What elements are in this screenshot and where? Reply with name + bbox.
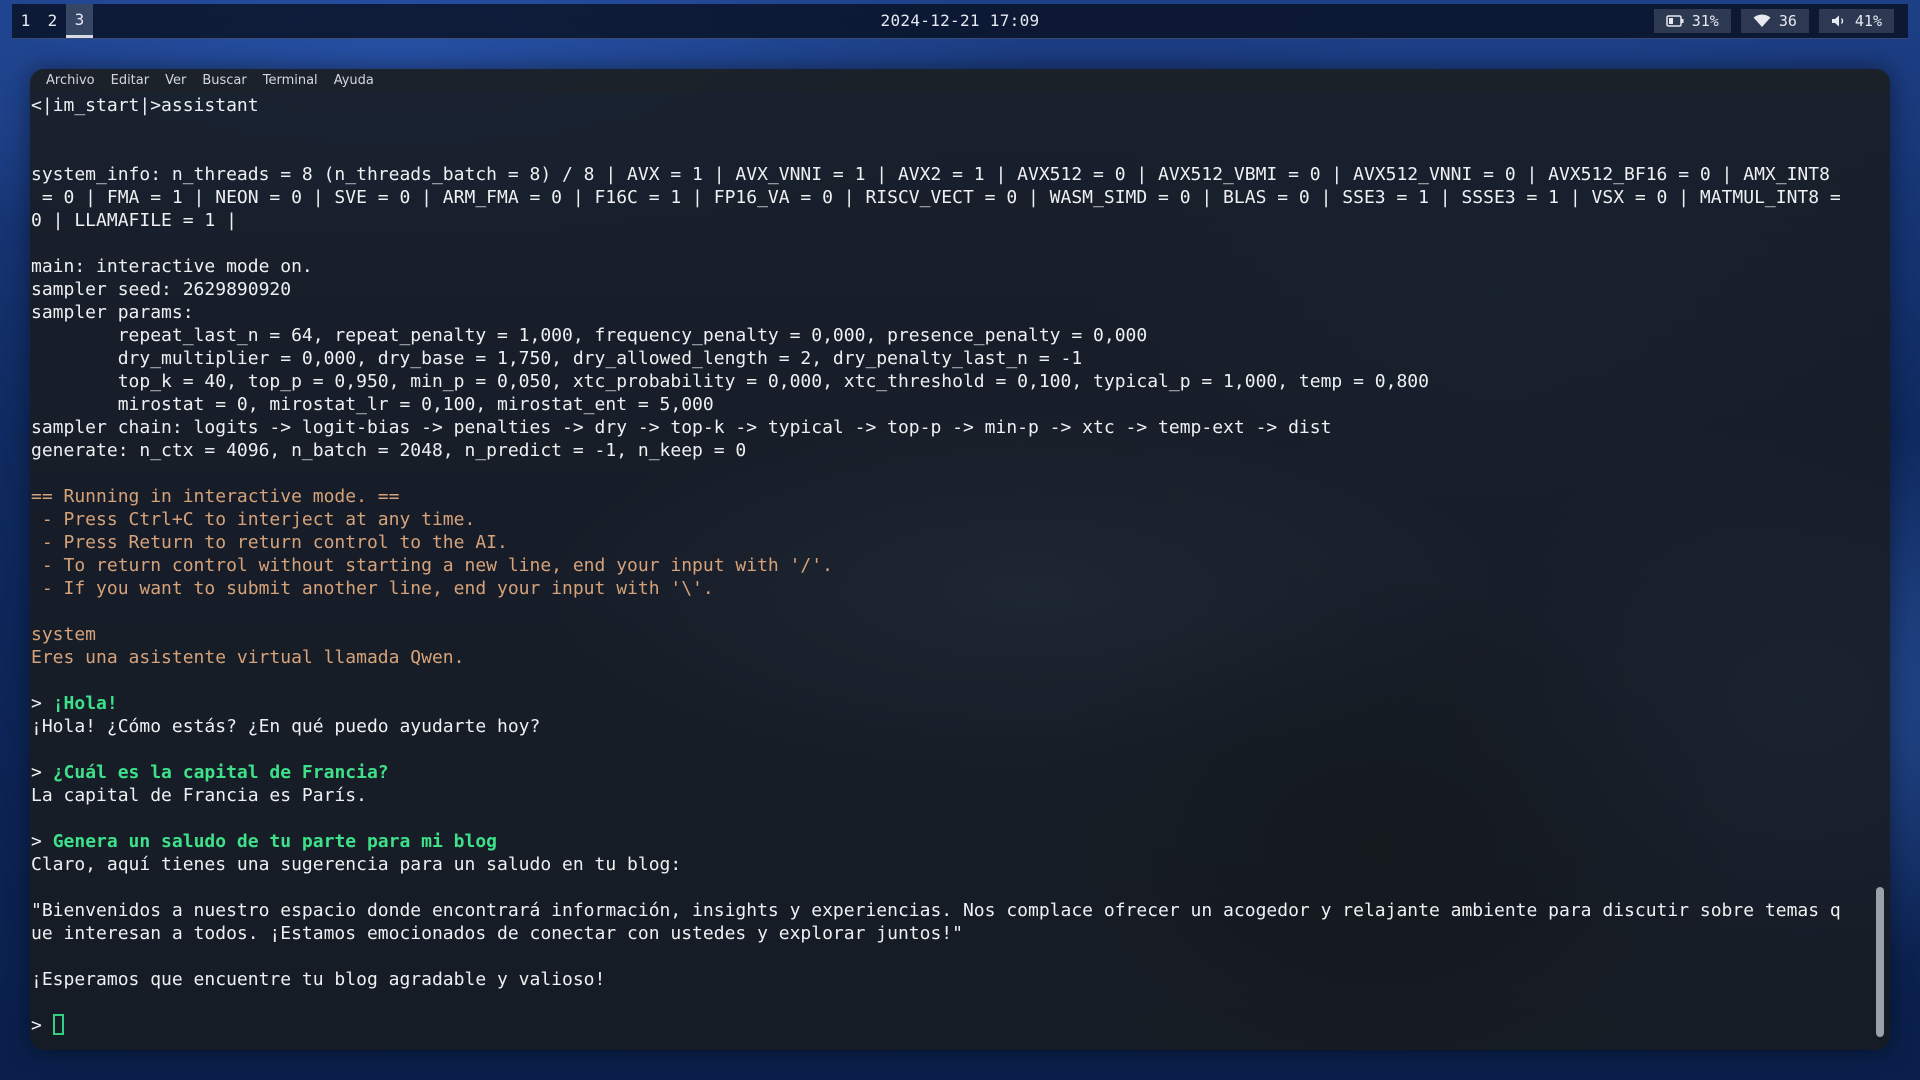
workspace-switcher: 1 2 3 xyxy=(12,4,93,38)
workspace-2-button[interactable]: 2 xyxy=(39,4,66,38)
menu-archivo[interactable]: Archivo xyxy=(38,69,103,93)
prompt-marker: > xyxy=(31,762,53,783)
user-message: Genera un saludo de tu parte para mi blo… xyxy=(52,831,498,852)
terminal-window[interactable]: Archivo Editar Ver Buscar Terminal Ayuda… xyxy=(30,69,1890,1050)
text-cursor[interactable] xyxy=(52,1014,64,1035)
output-line: La capital de Francia es París. xyxy=(31,785,367,806)
wifi-value: 36 xyxy=(1778,12,1797,30)
terminal-scrollbar[interactable] xyxy=(1876,94,1884,1039)
terminal-output[interactable]: <|im_start|>assistant system_info: n_thre… xyxy=(31,94,1873,1039)
user-prompt-line: > ¡Hola! xyxy=(31,692,1873,715)
output-line: sampler seed: 2629890920 xyxy=(31,279,292,300)
output-line: ue interesan a todos. ¡Estamos emocionad… xyxy=(31,923,963,944)
output-line: - Press Return to return control to the … xyxy=(31,532,508,553)
scrollbar-thumb[interactable] xyxy=(1876,887,1884,1037)
prompt-marker: > xyxy=(31,693,53,714)
menu-terminal[interactable]: Terminal xyxy=(255,69,326,93)
output-line: - If you want to submit another line, en… xyxy=(31,578,714,599)
volume-value: 41% xyxy=(1854,12,1882,30)
menu-buscar[interactable]: Buscar xyxy=(194,69,254,93)
menu-ver[interactable]: Ver xyxy=(157,69,194,93)
output-line: - Press Ctrl+C to interject at any time. xyxy=(31,509,476,530)
output-line: <|im_start|>assistant xyxy=(31,95,259,116)
output-line: Claro, aquí tienes una sugerencia para u… xyxy=(31,854,682,875)
clock[interactable]: 2024-12-21 17:09 xyxy=(881,4,1040,38)
prompt-marker: > xyxy=(31,1015,53,1036)
volume-indicator[interactable]: 41% xyxy=(1818,9,1894,33)
battery-indicator[interactable]: 31% xyxy=(1653,9,1731,33)
output-line: == Running in interactive mode. == xyxy=(31,486,400,507)
workspace-1-button[interactable]: 1 xyxy=(12,4,39,38)
system-tray: 31% 36 41% xyxy=(1653,9,1894,33)
output-line: generate: n_ctx = 4096, n_batch = 2048, … xyxy=(31,440,747,461)
output-line: 0 | LLAMAFILE = 1 | xyxy=(31,210,237,231)
output-line: main: interactive mode on. xyxy=(31,256,313,277)
output-line: ¡Hola! ¿Cómo estás? ¿En qué puedo ayudar… xyxy=(31,716,541,737)
output-line: system_info: n_threads = 8 (n_threads_ba… xyxy=(31,164,1830,185)
battery-value: 31% xyxy=(1691,12,1719,30)
battery-icon xyxy=(1666,15,1684,27)
workspace-3-button[interactable]: 3 xyxy=(66,4,93,38)
output-line: sampler chain: logits -> logit-bias -> p… xyxy=(31,417,1332,438)
output-line: ¡Esperamos que encuentre tu blog agradab… xyxy=(31,969,606,990)
output-line: "Bienvenidos a nuestro espacio donde enc… xyxy=(31,900,1841,921)
input-prompt-line: > xyxy=(31,1014,1873,1037)
menu-ayuda[interactable]: Ayuda xyxy=(326,69,382,93)
terminal-menu-bar: Archivo Editar Ver Buscar Terminal Ayuda xyxy=(30,69,1890,93)
output-line: system xyxy=(31,624,97,645)
wifi-icon xyxy=(1753,14,1771,28)
wifi-indicator[interactable]: 36 xyxy=(1740,9,1809,33)
output-line: dry_multiplier = 0,000, dry_base = 1,750… xyxy=(31,348,1083,369)
user-prompt-line: > ¿Cuál es la capital de Francia? xyxy=(31,761,1873,784)
user-message: ¿Cuál es la capital de Francia? xyxy=(52,762,389,783)
top-bar: 1 2 3 2024-12-21 17:09 31% 36 41% xyxy=(12,4,1908,39)
output-line: repeat_last_n = 64, repeat_penalty = 1,0… xyxy=(31,325,1148,346)
prompt-marker: > xyxy=(31,831,53,852)
output-line: - To return control without starting a n… xyxy=(31,555,833,576)
menu-editar[interactable]: Editar xyxy=(103,69,158,93)
output-line: top_k = 40, top_p = 0,950, min_p = 0,050… xyxy=(31,371,1429,392)
user-message: ¡Hola! xyxy=(52,693,118,714)
output-line: Eres una asistente virtual llamada Qwen. xyxy=(31,647,465,668)
user-prompt-line: > Genera un saludo de tu parte para mi b… xyxy=(31,830,1873,853)
output-line: sampler params: xyxy=(31,302,194,323)
volume-icon xyxy=(1831,14,1847,28)
output-line: mirostat = 0, mirostat_lr = 0,100, miros… xyxy=(31,394,714,415)
output-line: = 0 | FMA = 1 | NEON = 0 | SVE = 0 | ARM… xyxy=(31,187,1841,208)
